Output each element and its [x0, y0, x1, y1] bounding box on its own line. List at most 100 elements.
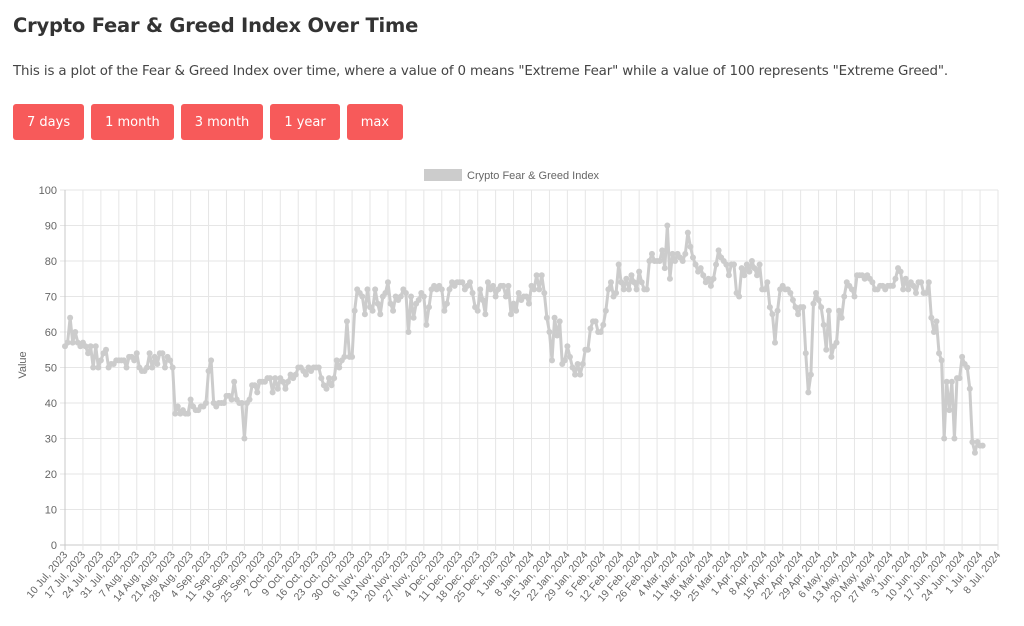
data-point[interactable] [938, 357, 945, 364]
data-point[interactable] [477, 286, 484, 293]
data-point[interactable] [971, 449, 978, 456]
data-point[interactable] [833, 339, 840, 346]
data-point[interactable] [936, 350, 943, 357]
data-point[interactable] [620, 286, 627, 293]
data-point[interactable] [161, 364, 168, 371]
data-point[interactable] [713, 261, 720, 268]
data-point[interactable] [551, 314, 558, 321]
chart-legend[interactable]: Crypto Fear & Greed Index [424, 169, 600, 182]
data-point[interactable] [377, 311, 384, 318]
data-point[interactable] [267, 375, 274, 382]
data-point[interactable] [90, 364, 97, 371]
data-point[interactable] [933, 318, 940, 325]
data-point[interactable] [689, 254, 696, 261]
data-point[interactable] [82, 343, 89, 350]
data-point[interactable] [659, 247, 666, 254]
data-point[interactable] [805, 389, 812, 396]
data-point[interactable] [474, 307, 481, 314]
data-point[interactable] [841, 293, 848, 300]
data-point[interactable] [928, 314, 935, 321]
data-point[interactable] [564, 343, 571, 350]
data-point[interactable] [146, 350, 153, 357]
data-point[interactable] [202, 400, 209, 406]
data-point[interactable] [959, 353, 966, 360]
data-point[interactable] [672, 258, 679, 264]
data-point[interactable] [751, 265, 758, 272]
data-point[interactable] [925, 279, 932, 286]
data-point[interactable] [682, 250, 689, 257]
data-point[interactable] [848, 286, 855, 293]
data-point[interactable] [823, 346, 830, 353]
data-point[interactable] [836, 307, 843, 314]
data-point[interactable] [656, 258, 663, 264]
data-point[interactable] [443, 300, 450, 307]
data-point[interactable] [231, 378, 238, 385]
data-point[interactable] [382, 289, 389, 296]
data-point[interactable] [72, 329, 79, 335]
data-point[interactable] [415, 297, 422, 304]
data-point[interactable] [425, 304, 432, 311]
data-point[interactable] [302, 371, 309, 378]
data-point[interactable] [92, 343, 99, 350]
data-point[interactable] [930, 329, 937, 335]
data-point[interactable] [697, 265, 704, 272]
data-point[interactable] [738, 265, 745, 272]
data-point[interactable] [623, 275, 630, 282]
data-point[interactable] [361, 311, 368, 318]
data-point[interactable] [820, 321, 827, 328]
data-point[interactable] [87, 343, 94, 350]
data-point[interactable] [292, 371, 299, 378]
data-point[interactable] [756, 261, 763, 268]
data-point[interactable] [600, 321, 607, 328]
data-point[interactable] [185, 410, 192, 417]
data-point[interactable] [869, 279, 876, 286]
data-point[interactable] [774, 307, 781, 314]
data-point[interactable] [67, 314, 74, 321]
data-point[interactable] [792, 304, 799, 311]
data-point[interactable] [818, 304, 825, 311]
data-point[interactable] [587, 325, 594, 332]
data-point[interactable] [705, 275, 712, 282]
data-point[interactable] [525, 300, 532, 307]
data-point[interactable] [946, 407, 953, 414]
data-point[interactable] [228, 396, 235, 403]
data-point[interactable] [131, 357, 138, 364]
data-point[interactable] [684, 229, 691, 236]
data-point[interactable] [169, 364, 176, 371]
data-point[interactable] [795, 311, 802, 318]
data-point[interactable] [523, 293, 530, 300]
data-point[interactable] [446, 286, 453, 293]
data-point[interactable] [715, 247, 722, 254]
data-point[interactable] [374, 300, 381, 307]
data-point[interactable] [902, 275, 909, 282]
data-point[interactable] [515, 289, 522, 296]
data-point[interactable] [408, 293, 415, 300]
data-point[interactable] [633, 286, 640, 293]
data-point[interactable] [692, 261, 699, 268]
data-point[interactable] [151, 353, 158, 360]
data-point[interactable] [318, 375, 325, 382]
data-point[interactable] [167, 357, 174, 364]
range-button-1-year[interactable]: 1 year [270, 104, 340, 140]
data-point[interactable] [369, 307, 376, 314]
data-point[interactable] [333, 357, 340, 364]
data-point[interactable] [208, 357, 215, 364]
data-point[interactable] [802, 350, 809, 357]
data-point[interactable] [572, 371, 579, 378]
data-point[interactable] [736, 293, 743, 300]
range-button-3-month[interactable]: 3 month [180, 104, 264, 140]
data-point[interactable] [666, 275, 673, 282]
range-button-max[interactable]: max [346, 104, 404, 140]
data-point[interactable] [754, 272, 761, 279]
data-point[interactable] [410, 314, 417, 321]
data-point[interactable] [566, 353, 573, 360]
data-point[interactable] [828, 353, 835, 360]
data-point[interactable] [543, 314, 550, 321]
data-point[interactable] [615, 261, 622, 268]
data-point[interactable] [254, 389, 261, 396]
data-point[interactable] [941, 435, 948, 442]
data-point[interactable] [664, 222, 671, 229]
data-point[interactable] [772, 339, 779, 346]
data-point[interactable] [384, 279, 391, 286]
data-point[interactable] [174, 403, 181, 410]
